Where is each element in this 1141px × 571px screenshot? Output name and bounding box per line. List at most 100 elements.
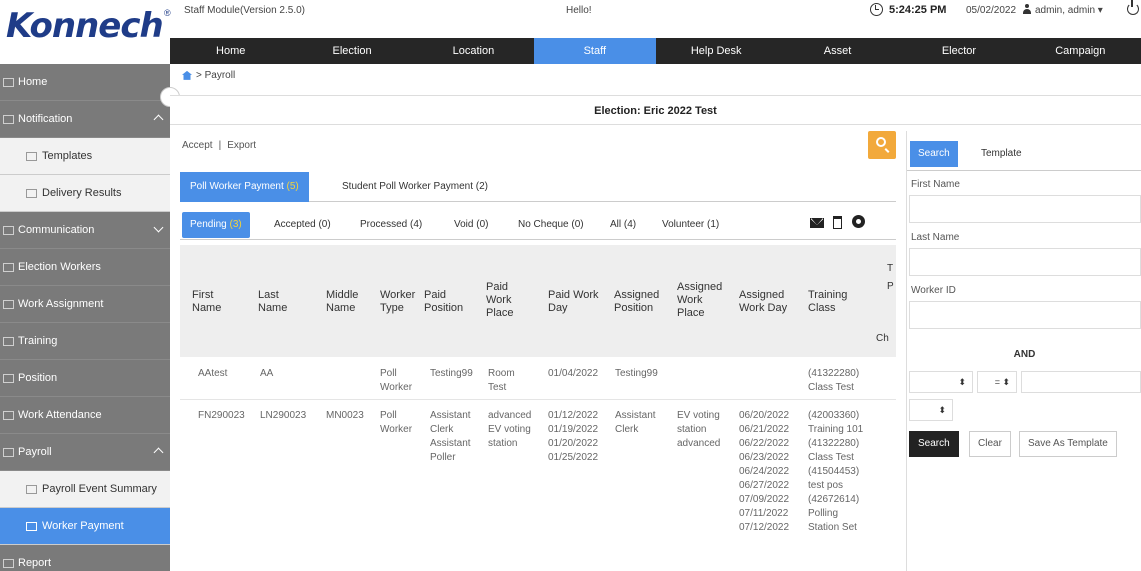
tab-void[interactable]: Void (0) — [446, 212, 496, 238]
nav-election[interactable]: Election — [291, 38, 412, 64]
save-as-template-button[interactable]: Save As Template — [1019, 431, 1117, 457]
nav-location[interactable]: Location — [413, 38, 534, 64]
power-icon[interactable] — [1127, 0, 1139, 15]
user-menu[interactable]: admin, admin ▾ — [1035, 5, 1103, 16]
mail-icon[interactable] — [810, 218, 824, 228]
cell-assigned-position: Assistant Clerk — [615, 410, 656, 435]
col-middle-name[interactable]: Middle Name — [326, 289, 372, 315]
search-panel-tabs: Search Template — [907, 131, 1141, 171]
col-partial-ch: Ch — [876, 333, 889, 344]
last-name-input[interactable] — [909, 248, 1141, 276]
calendar-icon — [3, 411, 14, 420]
sidebar-item-templates[interactable]: Templates — [0, 138, 170, 175]
nav-home[interactable]: Home — [170, 38, 291, 64]
nav-asset[interactable]: Asset — [777, 38, 898, 64]
tab-count: (3) — [229, 219, 242, 230]
sidebar-item-communication[interactable]: Communication — [0, 212, 170, 249]
sidebar-item-payroll[interactable]: Payroll — [0, 434, 170, 471]
top-bar: Konnech ® Staff Module(Version 2.5.0) He… — [0, 0, 1141, 46]
sidebar-item-notification[interactable]: Notification — [0, 101, 170, 138]
accept-button[interactable]: Accept — [182, 140, 213, 151]
tab-student-poll-worker-payment[interactable]: Student Poll Worker Payment (2) — [332, 172, 498, 202]
sidebar-item-label: Position — [18, 372, 58, 384]
sidebar-item-work-attendance[interactable]: Work Attendance — [0, 397, 170, 434]
chevron-up-icon — [153, 114, 164, 125]
tab-accepted[interactable]: Accepted (0) — [266, 212, 339, 238]
nav-help-desk[interactable]: Help Desk — [656, 38, 777, 64]
tab-all[interactable]: All (4) — [602, 212, 644, 238]
last-name-label: Last Name — [911, 232, 960, 243]
trash-icon[interactable] — [833, 216, 842, 229]
sidebar-item-label: Work Assignment — [18, 298, 104, 310]
sidebar-item-election-workers[interactable]: Election Workers — [0, 249, 170, 286]
col-paid-position[interactable]: Paid Position — [424, 289, 476, 315]
cell-last-name: AA — [260, 368, 274, 379]
document-icon — [26, 189, 37, 198]
sidebar-item-worker-payment[interactable]: Worker Payment — [0, 508, 170, 545]
sidebar-item-delivery-results[interactable]: Delivery Results — [0, 175, 170, 212]
worker-id-input[interactable] — [909, 301, 1141, 329]
payroll-icon — [3, 448, 14, 457]
col-last-name[interactable]: Last Name — [258, 289, 308, 315]
breadcrumb: > Payroll — [182, 70, 235, 81]
cell-worker-type: Poll Worker — [380, 410, 413, 435]
tab-label: Poll Worker Payment — [190, 181, 284, 192]
tab-pending[interactable]: Pending (3) — [182, 212, 250, 238]
nav-campaign[interactable]: Campaign — [1020, 38, 1141, 64]
logic-select[interactable]: ⬍ — [909, 399, 953, 421]
export-button[interactable]: Export — [227, 140, 256, 151]
template-icon — [26, 152, 37, 161]
sidebar-item-label: Delivery Results — [42, 187, 122, 199]
payment-table: First Name Last Name Middle Name Worker … — [180, 245, 896, 571]
first-name-label: First Name — [911, 179, 960, 190]
field-select[interactable]: ⬍ — [909, 371, 973, 393]
sidebar-item-report[interactable]: Report — [0, 545, 170, 571]
tab-search[interactable]: Search — [910, 141, 958, 167]
sidebar-item-label: Payroll Event Summary — [42, 483, 157, 495]
nav-staff[interactable]: Staff — [534, 38, 656, 64]
assignment-icon — [3, 300, 14, 309]
home-icon[interactable] — [182, 70, 192, 80]
training-icon — [3, 337, 14, 346]
summary-icon — [26, 485, 37, 494]
search-toggle-button[interactable] — [868, 131, 896, 159]
sidebar-item-home[interactable]: Home — [0, 64, 170, 101]
main-nav: Home Election Location Staff Help Desk A… — [170, 38, 1141, 64]
search-button[interactable]: Search — [909, 431, 959, 457]
cell-paid-position: Testing99 — [430, 368, 473, 379]
worker-id-label: Worker ID — [911, 285, 956, 296]
col-training-class[interactable]: Training Class — [808, 289, 860, 315]
first-name-input[interactable] — [909, 195, 1141, 223]
col-assigned-work-place[interactable]: Assigned Work Place — [677, 281, 731, 320]
tab-volunteer[interactable]: Volunteer (1) — [654, 212, 727, 238]
sidebar-item-label: Worker Payment — [42, 520, 124, 532]
tab-poll-worker-payment[interactable]: Poll Worker Payment (5) — [180, 172, 309, 202]
clear-button[interactable]: Clear — [969, 431, 1011, 457]
col-assigned-work-day[interactable]: Assigned Work Day — [739, 289, 795, 315]
tab-template[interactable]: Template — [973, 141, 1030, 167]
col-first-name[interactable]: First Name — [192, 289, 244, 315]
sidebar-item-label: Notification — [18, 113, 73, 125]
cell-middle-name: MN0023 — [326, 410, 364, 421]
cell-last-name: LN290023 — [260, 410, 307, 421]
gear-icon[interactable] — [852, 215, 865, 228]
col-assigned-position[interactable]: Assigned Position — [614, 289, 674, 315]
payment-icon — [26, 522, 37, 531]
col-partial-p: P — [887, 281, 894, 292]
sidebar-item-work-assignment[interactable]: Work Assignment — [0, 286, 170, 323]
sidebar-item-training[interactable]: Training — [0, 323, 170, 360]
chevron-up-icon — [153, 447, 164, 458]
tab-count: (5) — [286, 181, 299, 192]
tab-no-cheque[interactable]: No Cheque (0) — [510, 212, 592, 238]
tab-processed[interactable]: Processed (4) — [352, 212, 430, 238]
col-paid-work-place[interactable]: Paid Work Place — [486, 281, 526, 320]
sidebar-item-label: Home — [18, 76, 48, 88]
value-input[interactable] — [1021, 371, 1141, 393]
col-worker-type[interactable]: Worker Type — [380, 289, 420, 315]
current-time: 5:24:25 PM — [889, 4, 947, 16]
operator-select[interactable]: = ⬍ — [977, 371, 1017, 393]
col-paid-work-day[interactable]: Paid Work Day — [548, 289, 612, 315]
nav-elector[interactable]: Elector — [898, 38, 1019, 64]
sidebar-item-payroll-event-summary[interactable]: Payroll Event Summary — [0, 471, 170, 508]
sidebar-item-position[interactable]: Position — [0, 360, 170, 397]
